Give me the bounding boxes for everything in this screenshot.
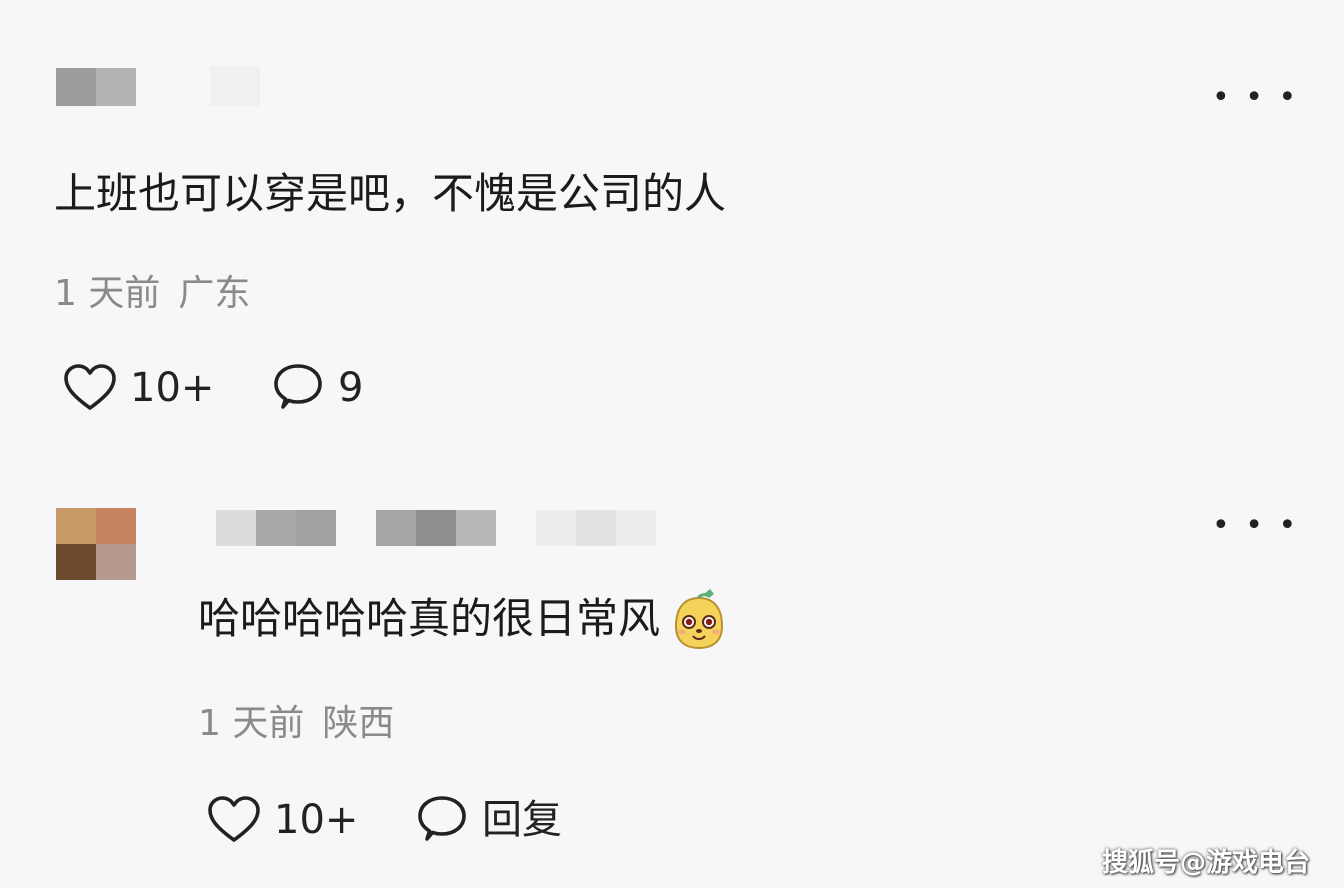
reply-button[interactable]: 回复 — [414, 794, 562, 846]
user-badge-blurred — [376, 510, 496, 546]
comment-1: • • • 上班也可以穿是吧，不愧是公司的人 1 天前 广东 10+ 9 — [0, 0, 1344, 440]
username-blurred[interactable] — [56, 68, 136, 106]
smiling-face-sticker-icon — [675, 589, 724, 650]
comment-text: 哈哈哈哈哈真的很日常风 — [198, 594, 661, 643]
heart-icon — [64, 364, 116, 410]
comment-region: 陕西 — [322, 703, 395, 744]
like-button[interactable]: 10+ — [206, 794, 358, 846]
comment-2: • • • 哈哈哈哈哈真的很日常风 1 天前 陕西 10+ 回复 — [0, 440, 1344, 888]
more-options-button[interactable]: • • • — [1212, 511, 1299, 541]
comment-body: 哈哈哈哈哈真的很日常风 — [198, 586, 730, 652]
comment-time: 1 天前 — [198, 703, 305, 744]
heart-icon — [208, 796, 260, 842]
like-count: 10+ — [274, 797, 359, 843]
comment-time: 1 天前 — [54, 273, 161, 314]
comment-meta: 1 天前 陕西 — [198, 702, 394, 746]
reply-count: 9 — [338, 365, 364, 411]
like-button[interactable]: 10+ — [62, 362, 214, 414]
comment-bubble-icon — [418, 796, 466, 841]
comment-text: 上班也可以穿是吧，不愧是公司的人 — [54, 169, 727, 218]
avatar[interactable] — [56, 508, 136, 580]
more-options-button[interactable]: • • • — [1212, 83, 1299, 113]
comment-meta: 1 天前 广东 — [54, 272, 250, 316]
comment-bubble-icon — [274, 364, 322, 409]
user-tag-blurred — [536, 510, 656, 546]
like-count: 10+ — [130, 365, 215, 411]
reply-count-button[interactable]: 9 — [270, 362, 363, 414]
reply-label: 回复 — [482, 797, 562, 843]
comment-region: 广东 — [178, 273, 251, 314]
username-blurred-faint — [210, 66, 260, 106]
watermark: 搜狐号@游戏电台 — [1102, 848, 1311, 878]
username-blurred[interactable] — [216, 510, 336, 546]
